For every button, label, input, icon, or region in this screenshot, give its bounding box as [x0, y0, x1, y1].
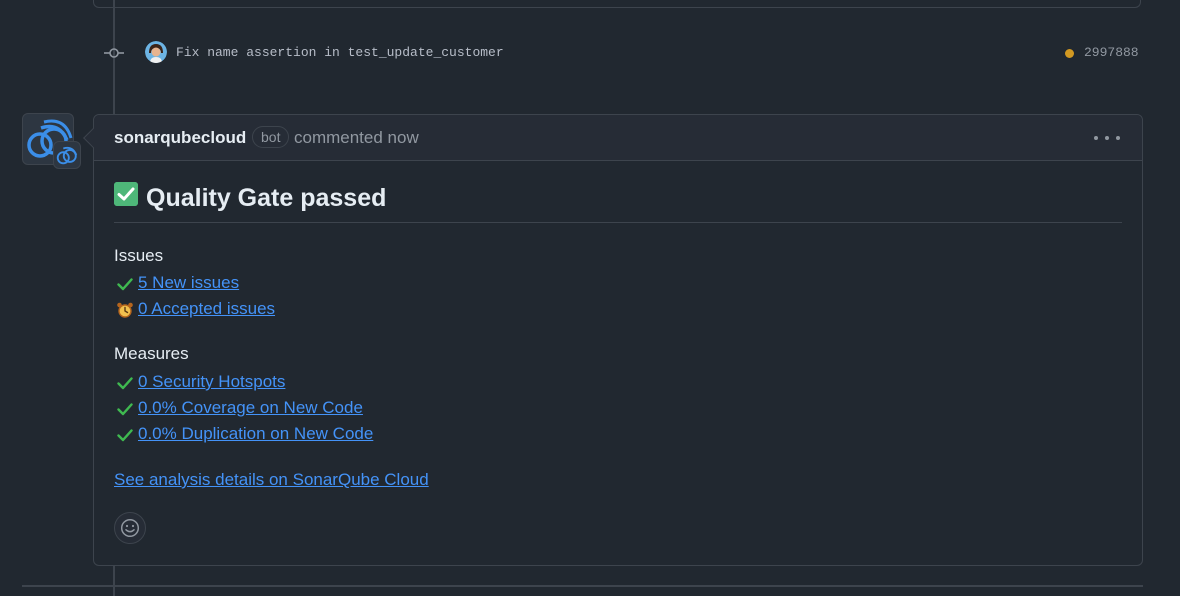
quality-gate-title: Quality Gate passed	[146, 184, 387, 212]
smiley-icon	[120, 518, 140, 538]
security-hotspots-link[interactable]: 0 Security Hotspots	[138, 372, 285, 392]
comment-options-button[interactable]	[1094, 127, 1120, 149]
commit-message[interactable]: Fix name assertion in test_update_custom…	[176, 45, 504, 60]
new-issues-link[interactable]: 5 New issues	[138, 273, 239, 293]
accepted-issues-link[interactable]: 0 Accepted issues	[138, 299, 275, 319]
comment-header: sonarqubecloud bot commented now	[83, 115, 1142, 161]
duplication-link[interactable]: 0.0% Duplication on New Code	[138, 424, 373, 444]
analysis-details-link[interactable]: See analysis details on SonarQube Cloud	[114, 470, 429, 490]
white-check-mark-icon	[114, 182, 138, 206]
commit-status-dot[interactable]	[1065, 49, 1074, 58]
kebab-dot	[1116, 136, 1120, 140]
check-icon	[117, 429, 133, 442]
quality-gate-heading: Quality Gate passed	[114, 181, 1122, 223]
sonarqube-cloud-small-icon	[56, 146, 78, 165]
comment-author[interactable]: sonarqubecloud	[114, 128, 246, 148]
pr-timeline: Fix name assertion in test_update_custom…	[0, 0, 1180, 596]
previous-timeline-item	[93, 0, 1141, 8]
app-badge-avatar	[53, 141, 81, 169]
git-commit-icon	[104, 48, 124, 58]
alarm-clock-icon	[117, 302, 133, 318]
comment-timestamp[interactable]: commented now	[294, 128, 419, 148]
bot-comment: sonarqubecloud bot commented now Quality…	[83, 114, 1143, 566]
kebab-dot	[1105, 136, 1109, 140]
check-icon	[117, 403, 133, 416]
check-icon	[117, 377, 133, 390]
add-reaction-button[interactable]	[114, 512, 146, 544]
commit-row: Fix name assertion in test_update_custom…	[104, 40, 1144, 68]
kebab-horizontal-icon	[1094, 136, 1098, 140]
commit-sha[interactable]: 2997888	[1084, 45, 1139, 60]
timeline-divider	[22, 585, 1143, 587]
check-icon	[117, 278, 133, 291]
measures-title: Measures	[114, 344, 189, 363]
issues-title: Issues	[114, 246, 164, 265]
bot-badge: bot	[252, 126, 290, 148]
comment-pointer	[83, 128, 103, 148]
commit-author-avatar[interactable]	[145, 41, 167, 63]
coverage-link[interactable]: 0.0% Coverage on New Code	[138, 398, 363, 418]
